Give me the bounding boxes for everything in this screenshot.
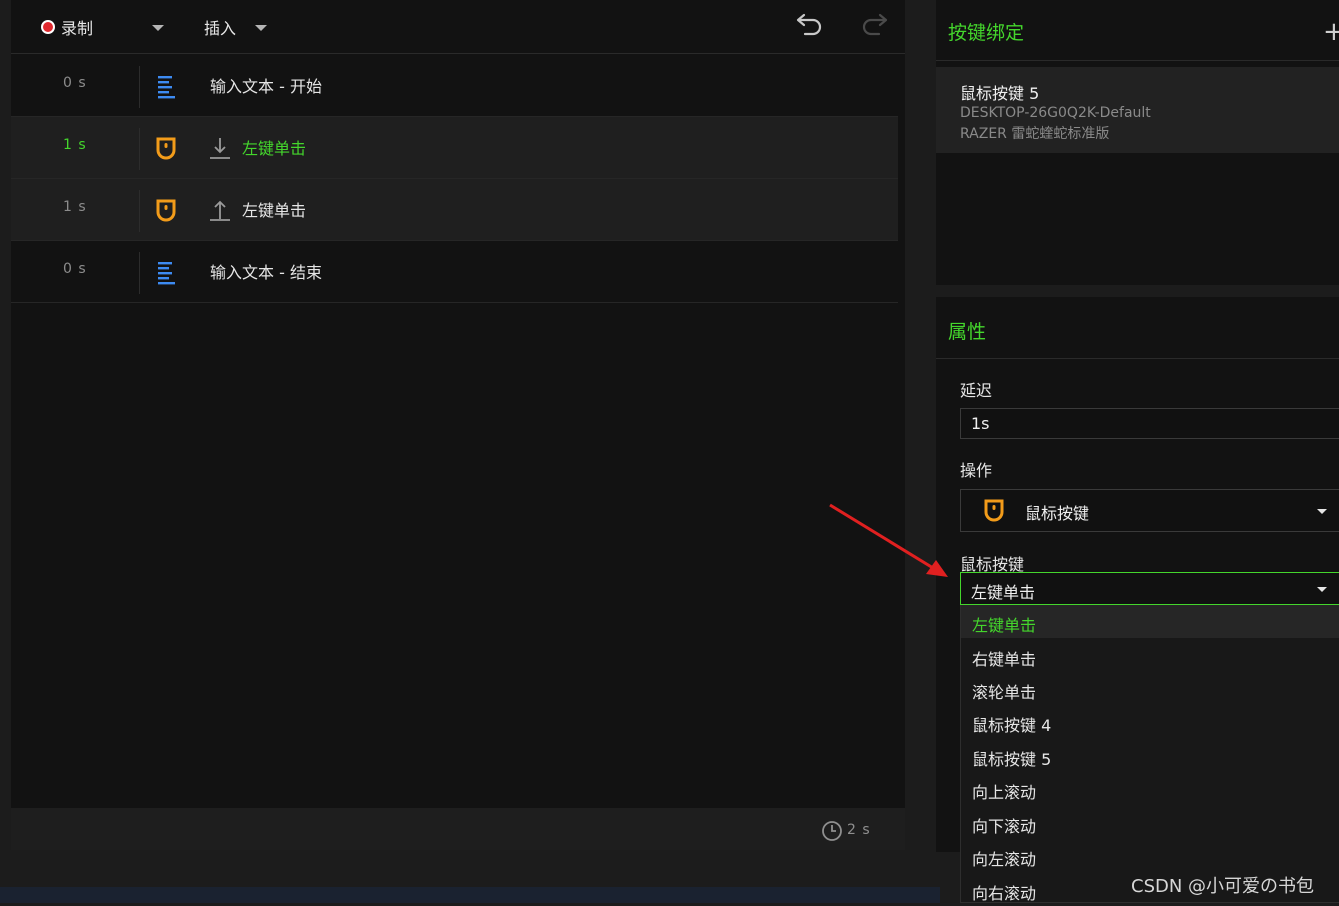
record-icon (41, 20, 55, 34)
delay-label: 延迟 (960, 381, 993, 400)
macro-event-row[interactable]: 1 s 左键单击 (11, 117, 898, 179)
macro-event-row[interactable]: 0 s 输入文本 - 结束 (11, 241, 898, 303)
down-arrow-icon (210, 138, 230, 159)
option-label: 向左滚动 (972, 850, 1037, 869)
row-divider (139, 190, 140, 232)
event-label: 左键单击 (242, 201, 307, 220)
binding-device: RAZER 雷蛇蝰蛇标准版 (960, 126, 1110, 142)
macro-event-row[interactable]: 1 s 左键单击 (11, 179, 898, 241)
option-label: 向上滚动 (972, 783, 1037, 802)
mouse-icon (984, 499, 1004, 522)
event-time: 1 s (63, 137, 87, 153)
mouse-icon (156, 137, 176, 160)
option-label: 右键单击 (972, 650, 1037, 669)
mouse-icon (156, 199, 176, 222)
option-label: 滚轮单击 (972, 683, 1037, 702)
insert-dropdown-chevron-icon[interactable] (255, 25, 267, 31)
binding-title: 按键绑定 (948, 22, 1025, 44)
record-label: 录制 (61, 19, 94, 38)
dropdown-option[interactable]: 向左滚动 (961, 839, 1339, 872)
mouse-button-dropdown: 左键单击 右键单击 滚轮单击 鼠标按键 4 鼠标按键 5 向上滚动 向下滚动 向… (960, 605, 1339, 903)
option-label: 向右滚动 (972, 884, 1037, 903)
watermark: CSDN @小可爱の书包 (1131, 876, 1315, 897)
binding-profile: DESKTOP-26G0Q2K-Default (960, 105, 1151, 121)
clock-icon (822, 821, 842, 841)
key-binding-panel: 按键绑定 + 鼠标按键 5 DESKTOP-26G0Q2K-Default RA… (936, 0, 1339, 285)
macro-event-row[interactable]: 0 s 输入文本 - 开始 (11, 55, 898, 117)
up-arrow-icon (210, 200, 230, 221)
dropdown-option[interactable]: 鼠标按键 4 (961, 705, 1339, 738)
add-binding-button[interactable]: + (1323, 19, 1339, 45)
insert-button[interactable]: 插入 (204, 15, 236, 39)
binding-key-name: 鼠标按键 5 (960, 84, 1040, 103)
dropdown-option[interactable]: 向下滚动 (961, 806, 1339, 839)
event-time: 1 s (63, 199, 87, 215)
event-label: 输入文本 - 开始 (210, 77, 322, 96)
mouse-button-select[interactable]: 左键单击 (960, 572, 1339, 605)
text-lines-icon (158, 76, 175, 99)
option-label: 鼠标按键 4 (972, 716, 1052, 735)
undo-icon[interactable] (795, 8, 825, 38)
record-dropdown-chevron-icon[interactable] (152, 25, 164, 31)
event-label: 左键单击 (242, 139, 307, 158)
option-label: 左键单击 (972, 616, 1037, 635)
total-duration: 2 s (847, 822, 871, 838)
dropdown-option[interactable]: 左键单击 (961, 605, 1339, 638)
row-divider (139, 252, 140, 294)
status-bar: 2 s (11, 808, 905, 850)
divider (936, 60, 1339, 61)
annotation-arrow-icon (829, 503, 948, 577)
row-divider (139, 128, 140, 170)
binding-card[interactable]: 鼠标按键 5 DESKTOP-26G0Q2K-Default RAZER 雷蛇蝰… (936, 67, 1339, 153)
properties-title: 属性 (948, 321, 987, 343)
text-lines-icon (158, 262, 175, 285)
dropdown-option[interactable]: 鼠标按键 5 (961, 739, 1339, 772)
chevron-down-icon (1317, 587, 1327, 592)
dropdown-option[interactable]: 滚轮单击 (961, 672, 1339, 705)
action-label: 操作 (960, 461, 993, 480)
action-select[interactable]: 鼠标按键 (960, 489, 1339, 532)
delay-input[interactable]: 1s (960, 408, 1339, 439)
divider (936, 358, 1339, 359)
mouse-button-value: 左键单击 (971, 583, 1036, 602)
option-label: 鼠标按键 5 (972, 750, 1052, 769)
delay-value: 1s (971, 414, 990, 433)
redo-icon[interactable] (859, 8, 889, 38)
macro-editor-panel: 录制 插入 0 s 输入文本 - 开始 1 s 左键单击 1 s 左键单击 0 … (11, 0, 905, 850)
dropdown-option[interactable]: 右键单击 (961, 639, 1339, 672)
event-label: 输入文本 - 结束 (210, 263, 322, 282)
taskbar-strip (0, 887, 940, 903)
chevron-down-icon (1317, 509, 1327, 514)
event-time: 0 s (63, 261, 87, 277)
option-label: 向下滚动 (972, 817, 1037, 836)
dropdown-option[interactable]: 向上滚动 (961, 772, 1339, 805)
action-value: 鼠标按键 (1025, 504, 1090, 523)
toolbar: 录制 插入 (11, 0, 905, 54)
event-time: 0 s (63, 75, 87, 91)
row-divider (139, 66, 140, 108)
record-button[interactable]: 录制 (41, 15, 93, 39)
